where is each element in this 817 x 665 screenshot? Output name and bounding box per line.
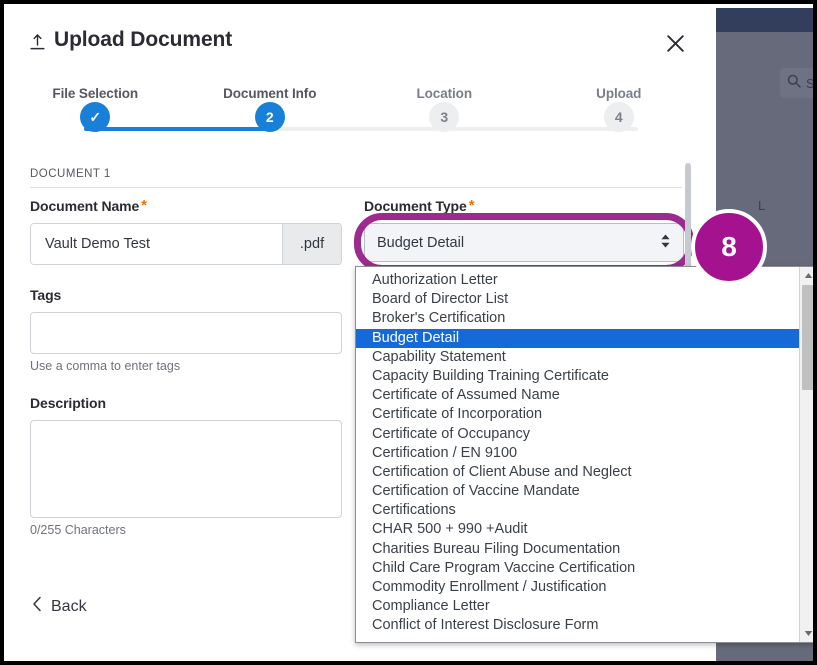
tags-hint: Use a comma to enter tags [30, 359, 342, 373]
step-marker-location[interactable]: 3 [429, 102, 459, 132]
background-search-box[interactable]: S [780, 68, 817, 98]
annotation-step-badge: 8 [691, 209, 767, 285]
background-top-navbar [716, 8, 817, 32]
dropdown-scrollbar[interactable] [799, 267, 816, 642]
dropdown-scrollbar-thumb[interactable] [802, 285, 814, 390]
dropdown-option[interactable]: Certifications [356, 501, 800, 520]
close-icon[interactable] [658, 26, 692, 60]
modal-title-text: Upload Document [54, 28, 232, 52]
step-marker-cell-2: 2 [183, 86, 358, 148]
dropdown-option[interactable]: Child Care Program Vaccine Certification [356, 559, 800, 578]
document-name-value[interactable]: Vault Demo Test [31, 224, 282, 264]
document-name-input[interactable]: Vault Demo Test .pdf [30, 223, 342, 265]
wizard-stepper: File Selection Document Info Location Up… [8, 86, 706, 148]
step-marker-cell-3: 3 [357, 86, 532, 148]
triangle-down-icon[interactable] [800, 626, 816, 641]
description-label-text: Description [30, 395, 106, 411]
triangle-up-icon[interactable] [800, 268, 816, 283]
document-type-label: Document Type* [364, 198, 684, 214]
background-search-placeholder: S [806, 76, 815, 91]
tags-label: Tags [30, 287, 342, 303]
description-label: Description [30, 395, 342, 411]
description-textarea[interactable] [30, 420, 342, 518]
spacer-after-document-name [30, 265, 342, 287]
up-down-chevron-icon [660, 233, 671, 253]
document-name-extension-suffix: .pdf [282, 224, 341, 264]
dropdown-option[interactable]: Certification of Client Abuse and Neglec… [356, 463, 800, 482]
section-heading-document-1: DOCUMENT 1 [30, 168, 682, 188]
step-marker-file-selection[interactable]: ✓ [80, 102, 110, 132]
document-type-option-list[interactable]: Authorization LetterBoard of Director Li… [356, 271, 800, 640]
dropdown-option[interactable]: Board of Director List [356, 290, 800, 309]
document-type-select[interactable]: Budget Detail [364, 223, 684, 262]
document-type-label-text: Document Type [364, 198, 467, 214]
dropdown-option[interactable]: Certification of Vaccine Mandate [356, 482, 800, 501]
background-link[interactable]: L [758, 198, 765, 213]
description-character-counter: 0/255 Characters [30, 523, 342, 537]
document-name-label-text: Document Name [30, 198, 139, 214]
chevron-left-icon [32, 596, 42, 617]
dropdown-option[interactable]: CHAR 500 + 990 +Audit [356, 520, 800, 539]
dropdown-option[interactable]: Certificate of Occupancy [356, 425, 800, 444]
document-type-select-wrapper: Budget Detail [364, 223, 684, 262]
required-indicator-document-name: * [141, 197, 147, 214]
modal-header: Upload Document [8, 8, 706, 70]
dropdown-option[interactable]: Broker's Certification [356, 309, 800, 328]
dropdown-option[interactable]: Commodity Enrollment / Justification [356, 578, 800, 597]
required-indicator-document-type: * [469, 197, 475, 214]
dropdown-option[interactable]: Conflict of Interest Disclosure Form [356, 616, 800, 635]
form-right-column: Document Type* Budget Detail [364, 198, 684, 262]
step-marker-upload[interactable]: 4 [604, 102, 634, 132]
document-type-selected-value: Budget Detail [377, 235, 660, 251]
upload-icon [30, 33, 45, 50]
dropdown-option[interactable]: Capability Statement [356, 348, 800, 367]
dropdown-option[interactable]: Certificate of Incorporation [356, 405, 800, 424]
background-bottom-bar [716, 640, 817, 665]
back-button[interactable]: Back [32, 596, 87, 617]
form-left-column: Document Name* Vault Demo Test .pdf Tags… [30, 198, 342, 537]
dropdown-option[interactable]: Certification / EN 9100 [356, 444, 800, 463]
search-icon [787, 74, 801, 93]
back-button-label: Back [51, 598, 87, 616]
tags-label-text: Tags [30, 287, 61, 303]
dropdown-option[interactable]: Certificate of Assumed Name [356, 386, 800, 405]
screenshot-frame: S L Upload Document [0, 0, 817, 665]
modal-title: Upload Document [30, 28, 232, 52]
dropdown-option[interactable]: Compliance Letter [356, 597, 800, 616]
dropdown-option[interactable]: Capacity Building Training Certificate [356, 367, 800, 386]
step-marker-document-info[interactable]: 2 [255, 102, 285, 132]
step-marker-cell-1: ✓ [8, 86, 183, 148]
spacer-after-tags [30, 373, 342, 395]
tags-input[interactable] [30, 312, 342, 354]
document-type-dropdown[interactable]: Authorization LetterBoard of Director Li… [355, 266, 817, 643]
dropdown-option[interactable]: Budget Detail [356, 329, 800, 348]
stepper-markers: ✓ 2 3 4 [8, 86, 706, 148]
modal-scrollbar-thumb[interactable] [685, 163, 691, 281]
document-name-label: Document Name* [30, 198, 342, 214]
step-marker-cell-4: 4 [532, 86, 707, 148]
dropdown-option[interactable]: Charities Bureau Filing Documentation [356, 540, 800, 559]
